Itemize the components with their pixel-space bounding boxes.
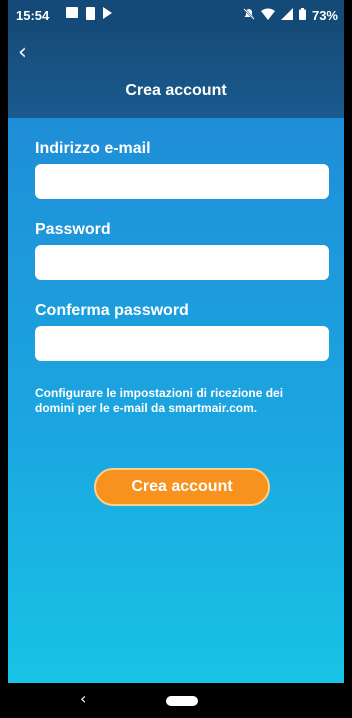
status-right: 73% [243,8,338,23]
signup-form: Indirizzo e-mail Password Conferma passw… [8,118,344,683]
app-header: ‹ Crea account [8,32,344,118]
email-label: Indirizzo e-mail [35,140,151,157]
email-field[interactable] [35,164,329,199]
status-bar: 15:54 73% [8,0,344,32]
notification-icons [66,7,112,20]
mute-icon [243,8,255,23]
home-pill-icon[interactable] [166,696,198,706]
phone-icon [86,7,95,20]
confirm-password-label: Conferma password [35,302,189,319]
chevron-left-icon[interactable]: ‹ [18,42,27,64]
password-label: Password [35,221,111,238]
system-nav-bar: ‹ [8,683,344,718]
create-account-button[interactable]: Crea account [94,468,270,506]
app-screen: 15:54 73% ‹ Crea account Indirizzo e-mai… [8,0,344,718]
battery-icon [298,8,306,23]
signal-icon [280,8,293,23]
page-title: Crea account [125,82,227,99]
password-field[interactable] [35,245,329,280]
status-time: 15:54 [16,8,50,23]
nav-back-icon[interactable]: ‹ [80,689,86,708]
play-icon [103,7,112,19]
domain-settings-note: Configurare le impostazioni di ricezione… [35,386,284,415]
wifi-icon [260,8,275,23]
image-icon [66,7,78,18]
battery-percent: 73% [311,8,338,23]
confirm-password-field[interactable] [35,326,329,361]
